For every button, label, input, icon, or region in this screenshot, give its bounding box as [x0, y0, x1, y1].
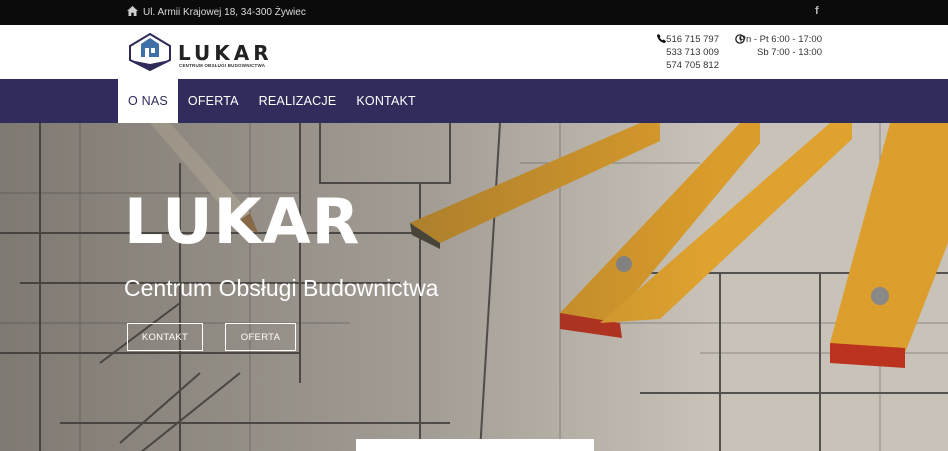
main-nav: O NAS OFERTA REALIZACJE KONTAKT [0, 79, 948, 123]
home-icon [127, 6, 138, 19]
hero-title: LUKAR [124, 185, 361, 258]
phone-3[interactable]: 574 705 812 [666, 60, 719, 71]
hours-weekdays: Pn - Pt 6:00 - 17:00 [739, 34, 822, 45]
logo-subtitle: CENTRUM OBSŁUGI BUDOWNICTWA [179, 63, 266, 68]
nav-item-o-nas[interactable]: O NAS [118, 79, 178, 123]
phone-1[interactable]: 516 715 797 [666, 34, 719, 45]
logo-wordmark: LUKAR [178, 41, 273, 65]
phone-2[interactable]: 533 713 009 [666, 47, 719, 58]
phone-numbers: 516 715 797 533 713 009 574 705 812 [655, 33, 719, 72]
hours-saturday: Sb 7:00 - 13:00 [757, 47, 822, 58]
nav-item-kontakt[interactable]: KONTAKT [346, 79, 426, 123]
nav-item-realizacje[interactable]: REALIZACJE [249, 79, 347, 123]
hero-kontakt-button[interactable]: KONTAKT [127, 323, 203, 351]
address-text: Ul. Armii Krajowej 18, 34-300 Żywiec [143, 7, 306, 18]
hero-banner: LUKAR Centrum Obsługi Budownictwa KONTAK… [0, 123, 948, 451]
nav-item-oferta[interactable]: OFERTA [178, 79, 249, 123]
opening-hours: Pn - Pt 6:00 - 17:00 Sb 7:00 - 13:00 [733, 33, 822, 59]
content-card-top [356, 439, 594, 451]
facebook-icon[interactable]: f [815, 5, 819, 17]
site-header: LUKAR CENTRUM OBSŁUGI BUDOWNICTWA 516 71… [0, 25, 948, 79]
address-block: Ul. Armii Krajowej 18, 34-300 Żywiec [127, 6, 306, 19]
logo[interactable]: LUKAR CENTRUM OBSŁUGI BUDOWNICTWA [128, 32, 269, 72]
hero-subtitle: Centrum Obsługi Budownictwa [124, 275, 439, 301]
top-bar: Ul. Armii Krajowej 18, 34-300 Żywiec f [0, 0, 948, 25]
logo-house-icon [129, 32, 171, 72]
hero-oferta-button[interactable]: OFERTA [225, 323, 296, 351]
